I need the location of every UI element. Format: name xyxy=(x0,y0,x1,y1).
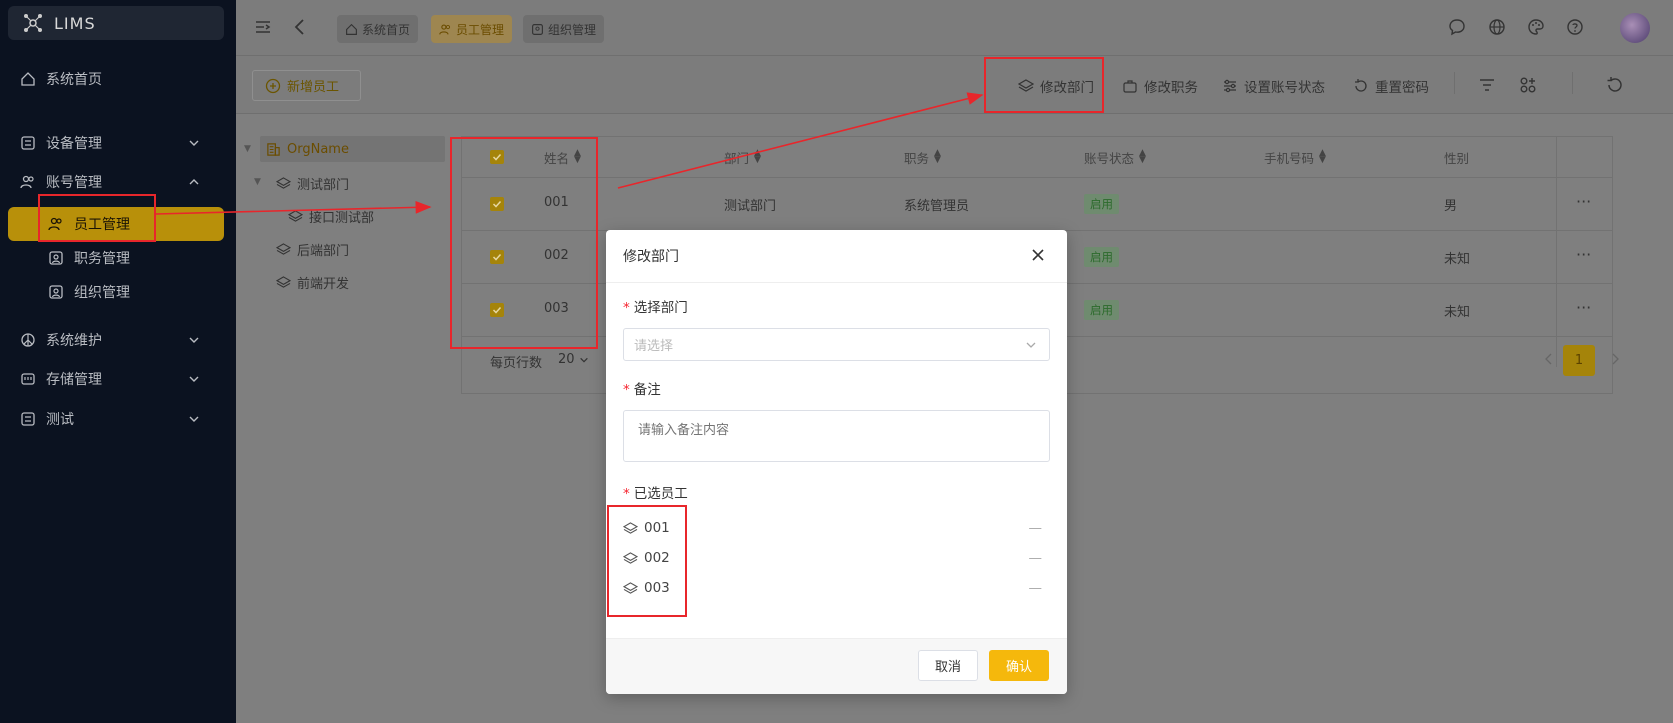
annotation-arrow xyxy=(155,200,432,215)
annotation-arrow xyxy=(617,92,984,189)
annotation-arrows xyxy=(155,92,984,215)
